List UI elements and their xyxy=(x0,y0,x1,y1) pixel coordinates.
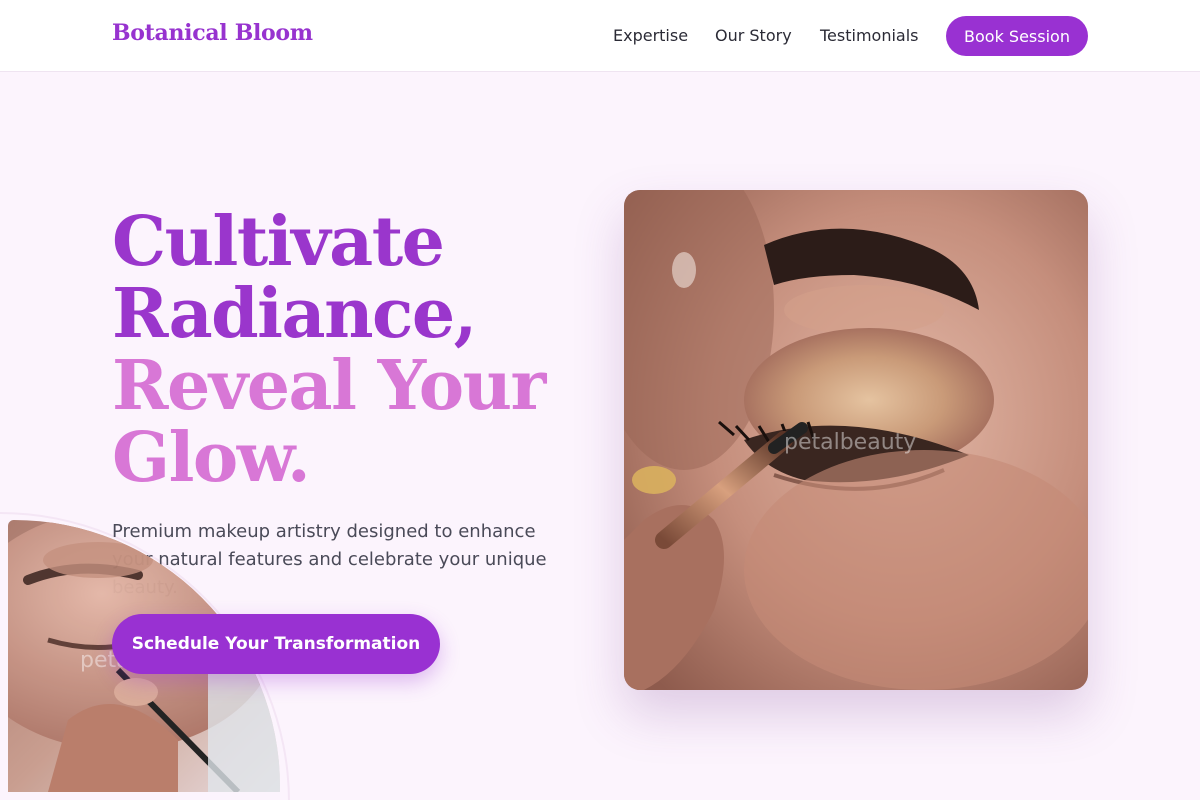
headline-line-3: Reveal Your xyxy=(112,346,546,426)
headline-line-4: Glow. xyxy=(112,418,311,498)
nav-link-expertise[interactable]: Expertise xyxy=(613,26,688,45)
schedule-transformation-button[interactable]: Schedule Your Transformation xyxy=(112,614,440,674)
hero-watermark: petalbeauty xyxy=(784,430,917,455)
hero-headline: Cultivate Radiance, Reveal Your Glow. xyxy=(112,206,582,494)
brand-logo[interactable]: Botanical Bloom xyxy=(112,20,313,46)
headline-line-1: Cultivate xyxy=(112,202,445,282)
book-session-button[interactable]: Book Session xyxy=(946,16,1088,56)
hero-eye-makeup-photo: petalbeauty xyxy=(624,190,1088,690)
nav-link-our-story[interactable]: Our Story xyxy=(715,26,792,45)
site-header: Botanical Bloom Expertise Our Story Test… xyxy=(0,0,1200,72)
headline-line-2: Radiance, xyxy=(112,274,477,354)
nav-link-testimonials[interactable]: Testimonials xyxy=(820,26,919,45)
